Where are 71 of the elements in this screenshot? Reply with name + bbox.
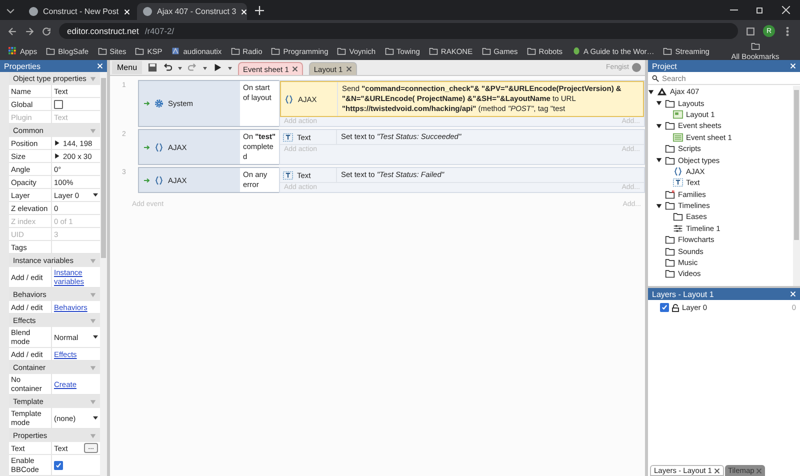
- text-object-icon: [283, 132, 293, 142]
- scrollbar[interactable]: [100, 72, 107, 476]
- back-icon[interactable]: [8, 26, 17, 36]
- ajax-icon: [673, 166, 683, 176]
- folder-icon: [428, 47, 438, 55]
- caret-icon[interactable]: [178, 67, 182, 70]
- unlocked-padlock-icon[interactable]: [672, 304, 679, 312]
- ajax-icon: [284, 94, 294, 104]
- folder-icon: [665, 121, 675, 130]
- timeline-icon: [673, 224, 683, 233]
- layout-icon: [673, 110, 683, 119]
- undo-icon[interactable]: [163, 63, 172, 72]
- expand-arrow-icon[interactable]: [656, 157, 662, 164]
- user-avatar[interactable]: [632, 63, 641, 72]
- caret-icon: [93, 193, 98, 197]
- caret-icon[interactable]: [203, 67, 208, 70]
- apps-grid-icon: [8, 47, 17, 55]
- checkbox[interactable]: [54, 100, 63, 108]
- scrollbar[interactable]: [793, 86, 800, 286]
- expand-arrow-icon[interactable]: [656, 202, 662, 209]
- arrow-icon: [144, 144, 150, 150]
- new-tab-icon[interactable]: [255, 6, 264, 14]
- expand-arrow-icon[interactable]: [54, 140, 60, 146]
- ajax-icon: [154, 142, 164, 152]
- panel-title: Project: [652, 62, 677, 70]
- text-object-icon: [673, 178, 683, 188]
- folder-icon: [526, 47, 536, 55]
- warning-triangle-icon: [657, 87, 667, 96]
- expand-arrow-icon[interactable]: [648, 88, 654, 95]
- folder-icon: [750, 42, 760, 50]
- leaf-icon: [572, 47, 581, 55]
- folder-icon: [337, 47, 346, 55]
- search-icon: [652, 74, 659, 82]
- folder-icon: [663, 47, 672, 55]
- menu-button[interactable]: Menu: [112, 61, 142, 74]
- expand-arrow-icon[interactable]: [54, 153, 60, 159]
- expand-arrow-icon[interactable]: [656, 122, 662, 129]
- expand-arrow-icon[interactable]: [656, 100, 662, 106]
- address-bar[interactable]: editor.construct.net /r407-2/: [59, 23, 738, 39]
- checkbox[interactable]: [54, 460, 63, 470]
- play-icon[interactable]: [213, 63, 222, 72]
- folder-icon: [665, 98, 675, 108]
- caret-icon[interactable]: [228, 67, 232, 70]
- reload-icon[interactable]: [42, 26, 51, 36]
- folder-icon: [384, 47, 394, 55]
- site-icon: [171, 47, 180, 55]
- caret-icon: [93, 416, 98, 420]
- save-icon[interactable]: [148, 63, 158, 72]
- gear-icon: [154, 99, 164, 108]
- folder-icon: [271, 47, 280, 55]
- arrow-icon: [144, 101, 150, 106]
- checkbox[interactable]: [660, 303, 669, 312]
- folder-icon: [135, 47, 144, 55]
- caret-icon: [93, 335, 98, 339]
- event-sheet-icon: [673, 132, 683, 142]
- folder-icon: [482, 47, 491, 55]
- folder-icon: [98, 47, 107, 55]
- arrow-icon: [144, 178, 150, 182]
- folder-icon: [230, 47, 240, 55]
- folder-icon: [46, 47, 56, 55]
- browser-tab[interactable]: Ajax 407 - Construct 3: [137, 3, 247, 20]
- restore-icon[interactable]: [756, 6, 764, 14]
- panel-title: Properties: [4, 62, 40, 70]
- text-object-icon: [283, 170, 293, 180]
- forward-icon[interactable]: [25, 26, 34, 36]
- folder-icon: [665, 190, 675, 199]
- panel-title: Layers - Layout 1: [652, 290, 714, 298]
- extensions-icon[interactable]: [746, 26, 755, 36]
- close-icon[interactable]: [714, 468, 720, 474]
- browser-tab[interactable]: Construct - New Post: [23, 3, 133, 20]
- ajax-icon: [154, 176, 164, 184]
